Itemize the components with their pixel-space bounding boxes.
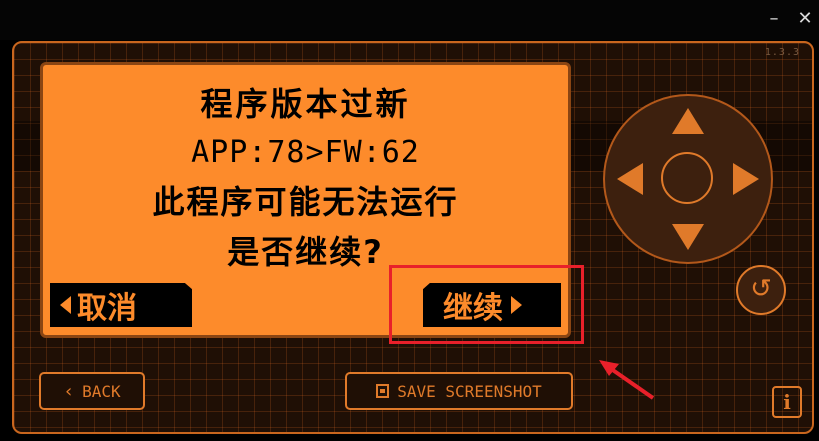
dpad-right-button[interactable] bbox=[733, 163, 759, 195]
continue-question: 是否继续? bbox=[227, 233, 384, 271]
undo-icon: ↺ bbox=[750, 274, 772, 304]
info-button[interactable]: i bbox=[772, 386, 802, 418]
cancel-option[interactable]: 取消 bbox=[50, 283, 192, 327]
dpad-left-button[interactable] bbox=[617, 163, 643, 195]
dpad-up-button[interactable] bbox=[672, 108, 704, 134]
triangle-right-icon bbox=[511, 296, 522, 314]
continue-option[interactable]: 继续 bbox=[423, 283, 561, 327]
emulator-screen: 程序版本过新 APP:78>FW:62 此程序可能无法运行 是否继续? 取消 继… bbox=[40, 62, 571, 338]
warning-text: 此程序可能无法运行 bbox=[152, 183, 459, 221]
minimize-button[interactable]: – bbox=[765, 8, 783, 30]
title-bar: – ✕ bbox=[0, 0, 819, 40]
back-button-label: BACK bbox=[82, 381, 121, 401]
version-compare-text: APP:78>FW:62 bbox=[191, 135, 420, 170]
undo-button[interactable]: ↺ bbox=[736, 265, 786, 315]
continue-option-label: 继续 bbox=[443, 291, 503, 326]
dpad-center-button[interactable] bbox=[661, 152, 713, 204]
triangle-left-icon bbox=[60, 296, 71, 314]
dpad-down-button[interactable] bbox=[672, 224, 704, 250]
emulator-device: 1.3.3 程序版本过新 APP:78>FW:62 此程序可能无法运行 是否继续… bbox=[12, 41, 814, 434]
back-button[interactable]: ‹ BACK bbox=[39, 372, 145, 410]
version-label: 1.3.3 bbox=[764, 47, 800, 58]
save-screenshot-button[interactable]: SAVE SCREENSHOT bbox=[345, 372, 573, 410]
close-button[interactable]: ✕ bbox=[796, 8, 814, 30]
save-screenshot-label: SAVE SCREENSHOT bbox=[397, 381, 542, 401]
chevron-left-icon: ‹ bbox=[63, 380, 75, 402]
dpad bbox=[603, 94, 773, 264]
dialog-title: 程序版本过新 bbox=[200, 85, 411, 123]
info-icon: i bbox=[783, 390, 791, 414]
camera-icon bbox=[376, 384, 390, 398]
cancel-option-label: 取消 bbox=[77, 291, 137, 326]
